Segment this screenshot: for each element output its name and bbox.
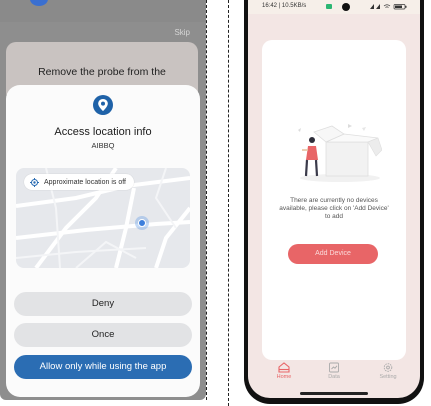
permission-dialog: Access location info AIBBQ Approximate l… [6,85,200,397]
dialog-title: Access location info [54,126,152,138]
tab-home[interactable]: Home [264,362,304,380]
empty-box-illustration [298,124,382,182]
skip-button[interactable]: Skip [174,28,190,37]
location-marker-icon [135,216,149,230]
approximate-location-toggle[interactable]: Approximate location is off [24,174,134,190]
crosshair-icon [30,177,39,187]
status-icons [370,3,410,12]
add-device-button[interactable]: Add Device [288,244,378,264]
tab-setting-label: Setting [379,374,397,380]
divider-left [206,0,207,400]
allow-while-using-button[interactable]: Allow only while using the app [14,355,192,379]
data-icon [329,362,339,373]
device-list-card: There are currently no devices available… [262,40,406,360]
location-map: Approximate location is off [16,168,190,268]
location-marker-core [138,219,146,227]
status-time-speed: 16:42 | 10.5KB/s [262,3,307,9]
gear-icon [383,363,393,372]
home-indicator[interactable] [300,392,368,395]
top-bar [0,0,206,22]
camera-cutout [342,3,350,11]
tab-setting[interactable]: Setting [368,362,408,380]
notification-icon [326,4,332,9]
right-phone-screen: 16:42 | 10.5KB/s There are currently no … [248,0,420,398]
left-phone-screen: Skip Remove the probe from the Access lo… [0,0,206,400]
map-pill-label: Approximate location is off [44,178,126,186]
location-pin-icon [93,95,113,115]
signal-wifi-battery-icon [370,4,407,10]
tab-home-label: Home [276,374,292,380]
tab-data[interactable]: Data [314,362,354,380]
home-icon [278,362,290,373]
right-phone-frame: 16:42 | 10.5KB/s There are currently no … [244,0,424,404]
dialog-app-name: AIBBQ [91,141,115,150]
status-bar: 16:42 | 10.5KB/s [248,0,420,14]
deny-button[interactable]: Deny [14,292,192,316]
tab-data-label: Data [328,374,340,380]
divider-right [228,0,229,406]
empty-state-message: There are currently no devices available… [279,197,389,220]
top-bar-dot [30,0,48,6]
once-button[interactable]: Once [14,323,192,347]
instruction-text: Remove the probe from the [38,66,166,78]
bottom-tab-bar: Home Data Setting [248,362,420,388]
